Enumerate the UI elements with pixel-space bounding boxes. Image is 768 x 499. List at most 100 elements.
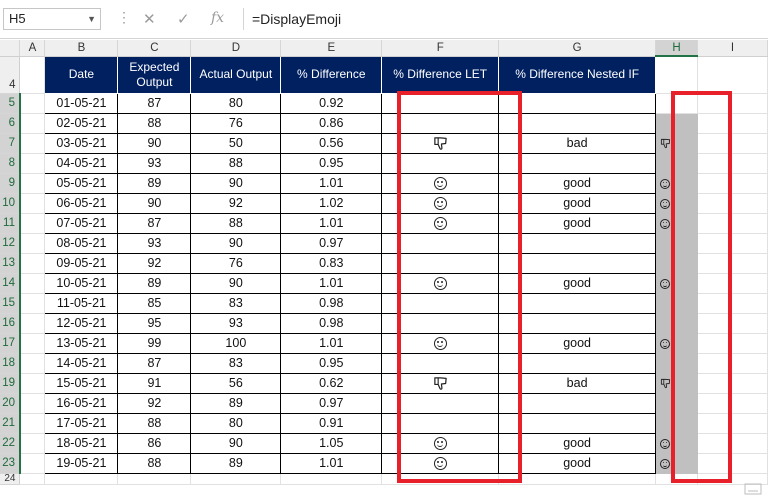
- row-header[interactable]: 24: [0, 473, 21, 485]
- cell-actual-output[interactable]: 50: [190, 132, 282, 154]
- insert-function-icon[interactable]: fx: [211, 10, 224, 26]
- cell[interactable]: [697, 93, 768, 114]
- cell-percent-difference-let[interactable]: [381, 212, 500, 234]
- cell-emoji-result[interactable]: [655, 353, 698, 374]
- cell-percent-difference-let[interactable]: [381, 192, 500, 214]
- cell[interactable]: [19, 133, 46, 154]
- cell-actual-output[interactable]: 56: [190, 372, 282, 394]
- cell-emoji-result[interactable]: [655, 453, 698, 474]
- cell-emoji-result[interactable]: [655, 153, 698, 174]
- column-header-d[interactable]: D: [190, 40, 282, 57]
- cell[interactable]: [19, 433, 46, 454]
- cell[interactable]: [697, 373, 768, 394]
- cell-expected-output[interactable]: 88: [117, 412, 192, 434]
- cell[interactable]: [697, 353, 768, 374]
- cell-actual-output[interactable]: 88: [190, 212, 282, 234]
- cell-actual-output[interactable]: 90: [190, 232, 282, 254]
- cell-percent-difference-nested-if[interactable]: good: [498, 332, 657, 354]
- cell[interactable]: [19, 93, 46, 114]
- cell-expected-output[interactable]: 87: [117, 352, 192, 374]
- cell-percent-difference-nested-if[interactable]: good: [498, 452, 657, 474]
- cell[interactable]: [697, 313, 768, 334]
- cell-percent-difference-let[interactable]: [381, 172, 500, 194]
- cell-expected-output[interactable]: 92: [117, 392, 192, 414]
- cell-percent-difference[interactable]: 0.97: [280, 232, 383, 254]
- cell-date[interactable]: 15-05-21: [44, 372, 119, 394]
- cell-percent-difference[interactable]: 1.01: [280, 212, 383, 234]
- cell-percent-difference-nested-if[interactable]: [498, 112, 657, 134]
- cell-percent-difference-nested-if[interactable]: good: [498, 272, 657, 294]
- cell-percent-difference[interactable]: 1.01: [280, 332, 383, 354]
- cell[interactable]: [19, 253, 46, 274]
- cell-emoji-result[interactable]: [655, 253, 698, 274]
- column-header-c[interactable]: C: [117, 40, 192, 57]
- cell-expected-output[interactable]: 91: [117, 372, 192, 394]
- cell[interactable]: [19, 413, 46, 434]
- cell[interactable]: [697, 453, 768, 474]
- row-header[interactable]: 7: [0, 133, 21, 154]
- cell-emoji-result[interactable]: [655, 193, 698, 214]
- cell[interactable]: [697, 413, 768, 434]
- header-actual-output[interactable]: Actual Output: [190, 55, 282, 94]
- cell-percent-difference-nested-if[interactable]: good: [498, 192, 657, 214]
- cell[interactable]: [19, 393, 46, 414]
- cell-percent-difference-nested-if[interactable]: bad: [498, 372, 657, 394]
- cell-percent-difference-let[interactable]: [381, 392, 500, 414]
- cell-emoji-result[interactable]: [655, 313, 698, 334]
- cell[interactable]: [19, 373, 46, 394]
- cell-expected-output[interactable]: 88: [117, 112, 192, 134]
- column-header-h[interactable]: H: [655, 40, 698, 57]
- cell-percent-difference[interactable]: 0.98: [280, 312, 383, 334]
- cell[interactable]: [44, 473, 119, 485]
- cell-percent-difference[interactable]: 1.01: [280, 452, 383, 474]
- cell-percent-difference[interactable]: 0.83: [280, 252, 383, 274]
- cell[interactable]: [19, 473, 46, 485]
- cell-percent-difference[interactable]: 0.91: [280, 412, 383, 434]
- cell[interactable]: [697, 173, 768, 194]
- cell-percent-difference[interactable]: 0.98: [280, 292, 383, 314]
- cell-actual-output[interactable]: 88: [190, 152, 282, 174]
- row-header[interactable]: 13: [0, 253, 21, 274]
- cell[interactable]: [117, 473, 192, 485]
- cell[interactable]: [19, 193, 46, 214]
- cell-percent-difference[interactable]: 1.01: [280, 172, 383, 194]
- cell-actual-output[interactable]: 90: [190, 432, 282, 454]
- select-all-corner[interactable]: [0, 40, 21, 57]
- row-header[interactable]: 15: [0, 293, 21, 314]
- cell[interactable]: [19, 293, 46, 314]
- cell-emoji-result[interactable]: [655, 213, 698, 234]
- row-header[interactable]: 17: [0, 333, 21, 354]
- formula-input[interactable]: =DisplayEmoji: [243, 8, 768, 30]
- row-header[interactable]: 11: [0, 213, 21, 234]
- cell-emoji-result[interactable]: [655, 393, 698, 414]
- row-header[interactable]: 10: [0, 193, 21, 214]
- cell-actual-output[interactable]: 90: [190, 272, 282, 294]
- cell-percent-difference-let[interactable]: [381, 112, 500, 134]
- cell-emoji-result[interactable]: [655, 373, 698, 394]
- cell-date[interactable]: 02-05-21: [44, 112, 119, 134]
- cell[interactable]: [19, 56, 46, 94]
- column-header-a[interactable]: A: [19, 40, 46, 57]
- cell[interactable]: [697, 293, 768, 314]
- cell[interactable]: [19, 213, 46, 234]
- cell-percent-difference[interactable]: 0.92: [280, 92, 383, 114]
- column-header-f[interactable]: F: [381, 40, 500, 57]
- cell-expected-output[interactable]: 85: [117, 292, 192, 314]
- cell-actual-output[interactable]: 100: [190, 332, 282, 354]
- cell[interactable]: [19, 113, 46, 134]
- header-expected-output[interactable]: Expected Output: [117, 55, 192, 94]
- cell[interactable]: [697, 233, 768, 254]
- column-header-i[interactable]: I: [697, 40, 768, 57]
- cell[interactable]: [19, 153, 46, 174]
- cell-actual-output[interactable]: 80: [190, 412, 282, 434]
- cell-percent-difference[interactable]: 0.95: [280, 352, 383, 374]
- cell[interactable]: [697, 433, 768, 454]
- cell-date[interactable]: 09-05-21: [44, 252, 119, 274]
- cell[interactable]: [19, 173, 46, 194]
- cell[interactable]: [190, 473, 282, 485]
- cell-percent-difference[interactable]: 0.97: [280, 392, 383, 414]
- cell-date[interactable]: 05-05-21: [44, 172, 119, 194]
- cell-emoji-result[interactable]: [655, 293, 698, 314]
- cell-emoji-result[interactable]: [655, 233, 698, 254]
- cell-emoji-result[interactable]: [655, 273, 698, 294]
